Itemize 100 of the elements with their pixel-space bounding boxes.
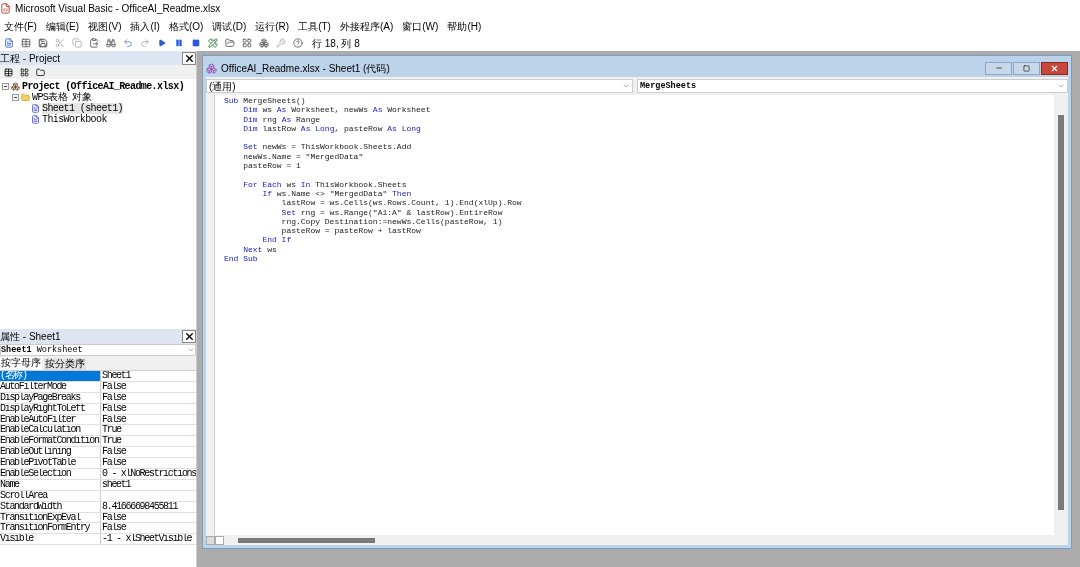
menu-item[interactable]: 视图(V) [88, 18, 122, 34]
tree-item[interactable]: Sheet1 (sheet1) [42, 103, 123, 114]
property-name[interactable]: EnableOutlining [0, 447, 101, 458]
property-name[interactable]: EnablePivotTable [0, 458, 101, 468]
project-icon [11, 82, 20, 91]
window-title: Microsoft Visual Basic - OfficeAI_Readme.xlsx [15, 2, 221, 16]
code-window-title: OfficeAI_Readme.xlsx - Sheet1 (代码) [221, 61, 390, 76]
procedure-dropdown[interactable]: MergeSheets [637, 79, 1068, 93]
close-button[interactable] [1041, 61, 1068, 75]
property-name[interactable]: Visible [0, 534, 101, 545]
property-name[interactable]: TransitionExpEval [0, 512, 101, 523]
module-icon [31, 104, 40, 113]
code-line: newWs.Name = "MergedData" [242, 151, 364, 162]
chevron-icon [1057, 82, 1065, 90]
property-name[interactable]: EnableSelection [0, 469, 101, 479]
menu-item[interactable]: 窗口(W) [402, 18, 439, 34]
close-icon [183, 331, 195, 342]
code-line: End If [261, 235, 292, 245]
property-value[interactable]: -1 - xlSheetVisible [101, 534, 192, 545]
view-object-icon[interactable] [17, 65, 31, 79]
menu-item[interactable]: 格式(O) [168, 18, 204, 34]
property-name[interactable]: EnableFormatCondition [0, 436, 101, 447]
menu-item[interactable]: 运行(R) [255, 18, 290, 34]
search-icon[interactable] [104, 36, 118, 50]
menu-item[interactable]: 外接程序(A) [339, 18, 394, 34]
property-name[interactable]: AutoFilterMode [0, 381, 101, 392]
menu-item[interactable]: 文件(F) [4, 18, 37, 34]
property-value[interactable]: False [101, 381, 126, 392]
tree-item[interactable]: WPS表格 对象 [32, 92, 92, 103]
code-line: Sub MergeSheets() [224, 96, 306, 106]
code-line: Dim rng As Range [242, 114, 321, 124]
undo-icon[interactable] [121, 36, 135, 50]
menu-item[interactable]: 帮助(H) [447, 18, 482, 34]
close-button[interactable] [182, 51, 196, 65]
code-line: pasteRow = pasteRow + lastRow [280, 226, 421, 236]
minimize-icon [994, 64, 1003, 72]
save-icon[interactable] [36, 36, 50, 50]
property-value[interactable]: True [101, 425, 121, 436]
horizontal-scrollbar-thumb[interactable] [238, 537, 375, 543]
property-value[interactable]: False [101, 458, 126, 468]
property-value[interactable]: 8.41666698455811 [101, 501, 178, 512]
property-value[interactable]: Sheet1 [101, 371, 131, 381]
procedure-view-icon[interactable] [206, 535, 215, 545]
toggle-folders-icon[interactable] [33, 65, 47, 79]
scrollbar-thumb[interactable] [1058, 115, 1064, 510]
chevron-icon [622, 82, 630, 90]
cursor-position: 行 18, 列 8 [312, 36, 360, 51]
property-name[interactable]: StandardWidth [0, 501, 101, 512]
property-name[interactable]: DisplayPageBreaks [0, 392, 101, 403]
property-name[interactable]: DisplayRightToLeft [0, 403, 101, 414]
code-line: If ws.Name <> "MergedData" Then [261, 188, 412, 199]
help-icon[interactable] [291, 36, 305, 50]
close-icon [183, 52, 195, 64]
insert-module-icon[interactable] [19, 36, 33, 50]
property-value[interactable]: False [101, 523, 126, 534]
property-value[interactable]: False [101, 512, 126, 523]
full-module-view-icon[interactable] [215, 535, 224, 545]
design-mode-icon[interactable] [206, 36, 220, 50]
code-line: Dim lastRow As Long, pasteRow As Long [242, 123, 421, 134]
property-value[interactable]: 0 - xlNoRestrictions [101, 469, 196, 479]
code-line: lastRow = ws.Cells(ws.Rows.Count, 1).End(xlUp).Row [280, 198, 522, 208]
code-line: pasteRow = 1 [242, 161, 301, 171]
close-button[interactable] [182, 330, 196, 343]
object-dropdown[interactable]: Sheet1 Worksheet [0, 344, 196, 356]
tab[interactable]: 按分类序 [44, 358, 86, 370]
tab[interactable]: 按字母序 [0, 357, 42, 370]
property-name[interactable]: TransitionFormEntry [0, 523, 101, 534]
property-value[interactable]: False [101, 447, 126, 458]
stop-icon[interactable] [189, 36, 203, 50]
code-line: Set newWs = ThisWorkbook.Sheets.Add [242, 142, 412, 152]
object-browser-icon[interactable] [257, 36, 271, 50]
property-value[interactable]: sheet1 [101, 479, 131, 490]
module-icon [31, 115, 40, 124]
code-window-icon [206, 62, 217, 74]
property-value[interactable]: False [101, 403, 126, 414]
property-name[interactable]: EnableCalculation [0, 425, 101, 436]
pane-title: 属性 - Sheet1 [0, 330, 61, 344]
property-value[interactable]: False [101, 414, 126, 425]
insert-form-icon[interactable] [2, 36, 16, 50]
pane-title: 工程 - Project [0, 51, 60, 66]
code-line: Set rng = ws.Range("A1:A" & lastRow).EntireRow [280, 207, 503, 217]
code-line: End Sub [224, 254, 258, 264]
menu-item[interactable]: 调试(D) [212, 18, 247, 34]
property-name[interactable]: ScrollArea [0, 490, 101, 501]
tree-item[interactable]: Project (OfficeAI_Readme.xlsx) [22, 81, 185, 92]
properties-icon[interactable] [240, 36, 254, 50]
view-code-icon[interactable] [1, 65, 15, 79]
tree-item[interactable]: ThisWorkbook [42, 114, 107, 125]
menu-item[interactable]: 插入(I) [130, 18, 160, 34]
menu-item[interactable]: 编辑(E) [45, 18, 80, 34]
property-value[interactable]: False [101, 392, 126, 403]
property-value[interactable]: True [101, 436, 121, 447]
code-line: For Each ws In ThisWorkbook.Sheets [242, 179, 407, 189]
property-name[interactable]: Name [0, 479, 101, 490]
chevron-icon [187, 346, 195, 354]
project-explorer-icon[interactable] [223, 36, 237, 50]
menu-item[interactable]: 工具(T) [298, 18, 331, 34]
paste-icon[interactable] [87, 36, 101, 50]
property-name[interactable]: EnableAutoFilter [0, 414, 101, 425]
object-dropdown[interactable]: (通用) [206, 79, 633, 93]
